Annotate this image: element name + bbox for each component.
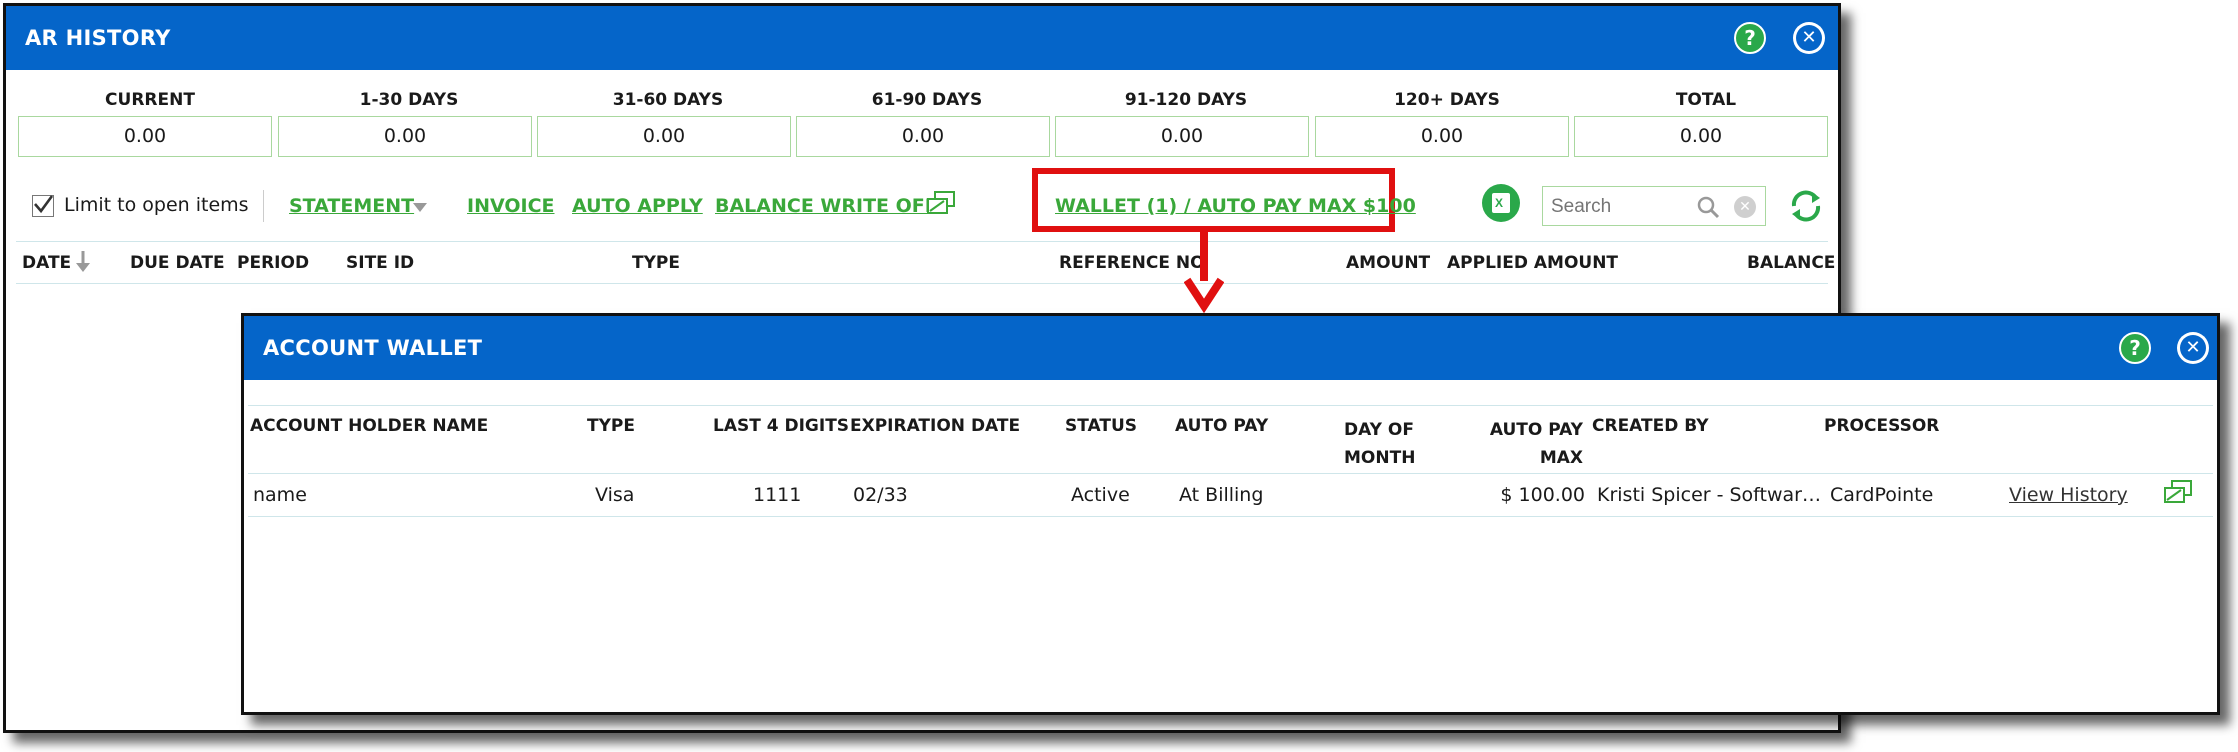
excel-export-icon[interactable]: X xyxy=(1482,184,1520,222)
refresh-icon[interactable] xyxy=(1786,186,1826,226)
header-bottom-divider xyxy=(16,283,1828,284)
aging-label-1-30: 1-30 DAYS xyxy=(359,90,459,110)
limit-open-checkbox[interactable] xyxy=(32,195,54,217)
col-status: STATUS xyxy=(1065,416,1138,436)
search-input[interactable] xyxy=(1549,194,1693,220)
account-wallet-window: ACCOUNT WALLET ? ✕ ACCOUNT HOLDER NAME T… xyxy=(241,313,2220,715)
ar-history-title: AR HISTORY xyxy=(25,26,171,50)
aging-value-31-60: 0.00 xyxy=(537,116,791,157)
col-amount[interactable]: AMOUNT xyxy=(1346,253,1430,273)
statement-link[interactable]: STATEMENT xyxy=(289,195,414,217)
cell-auto-pay: At Billing xyxy=(1179,484,1264,506)
col-type: TYPE xyxy=(587,416,635,436)
account-wallet-title: ACCOUNT WALLET xyxy=(263,336,483,360)
col-auto-pay: AUTO PAY xyxy=(1175,416,1269,436)
aging-value-total: 0.00 xyxy=(1574,116,1828,157)
view-history-link[interactable]: View History xyxy=(2009,484,2128,506)
cell-last4: 1111 xyxy=(753,484,802,506)
row-divider xyxy=(248,516,2213,517)
col-reference-no[interactable]: REFERENCE NO xyxy=(1059,253,1205,273)
aging-value-current: 0.00 xyxy=(18,116,272,157)
col-type[interactable]: TYPE xyxy=(632,253,680,273)
close-icon: ✕ xyxy=(2180,335,2206,361)
aging-label-61-90: 61-90 DAYS xyxy=(871,90,983,110)
col-day-of-month-line1: DAY OF xyxy=(1344,420,1414,440)
close-icon: ✕ xyxy=(1796,25,1822,51)
balance-write-off-link[interactable]: BALANCE WRITE OFF xyxy=(715,195,938,217)
sort-down-icon[interactable] xyxy=(75,251,91,273)
ar-history-titlebar: AR HISTORY ? ✕ xyxy=(6,6,1838,70)
excel-sheet-shape: X xyxy=(1492,193,1510,213)
close-button[interactable]: ✕ xyxy=(2177,332,2209,364)
col-auto-pay-max-line1: AUTO PAY xyxy=(1489,420,1583,440)
auto-apply-link[interactable]: AUTO APPLY xyxy=(572,195,703,217)
col-account-holder-name: ACCOUNT HOLDER NAME xyxy=(250,416,489,436)
close-button[interactable]: ✕ xyxy=(1793,22,1825,54)
checkmark-icon xyxy=(34,195,54,214)
col-auto-pay-max: AUTO PAY MAX xyxy=(1483,416,1583,472)
col-due-date[interactable]: DUE DATE xyxy=(130,253,225,273)
wallet-link[interactable]: WALLET (1) / AUTO PAY MAX $100 xyxy=(1055,195,1416,217)
col-last-4-digits: LAST 4 DIGITS xyxy=(713,416,850,436)
col-applied-amount[interactable]: APPLIED AMOUNT xyxy=(1447,253,1618,273)
cell-created-by: Kristi Spicer - Softwar… xyxy=(1597,484,1821,506)
search-box: ✕ xyxy=(1542,186,1766,226)
col-day-of-month-line2: MONTH xyxy=(1344,448,1416,468)
aging-value-61-90: 0.00 xyxy=(796,116,1050,157)
aging-label-31-60: 31-60 DAYS xyxy=(612,90,724,110)
aging-value-91-120: 0.00 xyxy=(1055,116,1309,157)
limit-open-label: Limit to open items xyxy=(64,194,249,216)
aging-value-120-plus: 0.00 xyxy=(1315,116,1569,157)
col-expiration-date: EXPIRATION DATE xyxy=(850,416,1021,436)
cell-status: Active xyxy=(1071,484,1130,506)
chevron-down-icon[interactable] xyxy=(413,203,427,212)
cards-icon[interactable] xyxy=(926,190,956,218)
cell-processor: CardPointe xyxy=(1830,484,1934,506)
col-created-by: CREATED BY xyxy=(1592,416,1709,436)
col-balance[interactable]: BALANCE xyxy=(1747,253,1835,273)
help-icon[interactable]: ? xyxy=(1734,22,1766,54)
col-period[interactable]: PERIOD xyxy=(237,253,309,273)
aging-label-total: TOTAL xyxy=(1675,90,1737,110)
header-top-divider xyxy=(16,241,1828,242)
aging-label-current: CURRENT xyxy=(105,90,195,110)
aging-label-120-plus: 120+ DAYS xyxy=(1394,90,1500,110)
cell-expiration: 02/33 xyxy=(853,484,908,506)
arrow-shaft xyxy=(1200,229,1208,281)
account-wallet-titlebar: ACCOUNT WALLET ? ✕ xyxy=(244,316,2217,380)
aging-label-91-120: 91-120 DAYS xyxy=(1124,90,1248,110)
wallet-header-top-divider xyxy=(248,405,2213,406)
cell-holder: name xyxy=(253,484,307,506)
col-auto-pay-max-line2: MAX xyxy=(1539,448,1583,468)
search-icon[interactable] xyxy=(1696,195,1720,219)
clear-search-icon[interactable]: ✕ xyxy=(1734,196,1756,218)
cards-icon[interactable] xyxy=(2163,479,2193,507)
toolbar-divider xyxy=(263,190,264,222)
help-icon[interactable]: ? xyxy=(2119,332,2151,364)
col-processor: PROCESSOR xyxy=(1824,416,1940,436)
cell-type: Visa xyxy=(595,484,635,506)
col-site-id[interactable]: SITE ID xyxy=(346,253,414,273)
invoice-link[interactable]: INVOICE xyxy=(467,195,555,217)
arrow-down-icon xyxy=(1184,277,1224,314)
col-date[interactable]: DATE xyxy=(22,253,71,273)
excel-x-mark: X xyxy=(1495,196,1504,210)
col-day-of-month: DAY OF MONTH xyxy=(1344,416,1416,472)
cell-auto-pay-max: $ 100.00 xyxy=(1500,484,1585,506)
table-row[interactable]: name Visa 1111 02/33 Active At Billing $… xyxy=(248,474,2213,516)
aging-value-1-30: 0.00 xyxy=(278,116,532,157)
